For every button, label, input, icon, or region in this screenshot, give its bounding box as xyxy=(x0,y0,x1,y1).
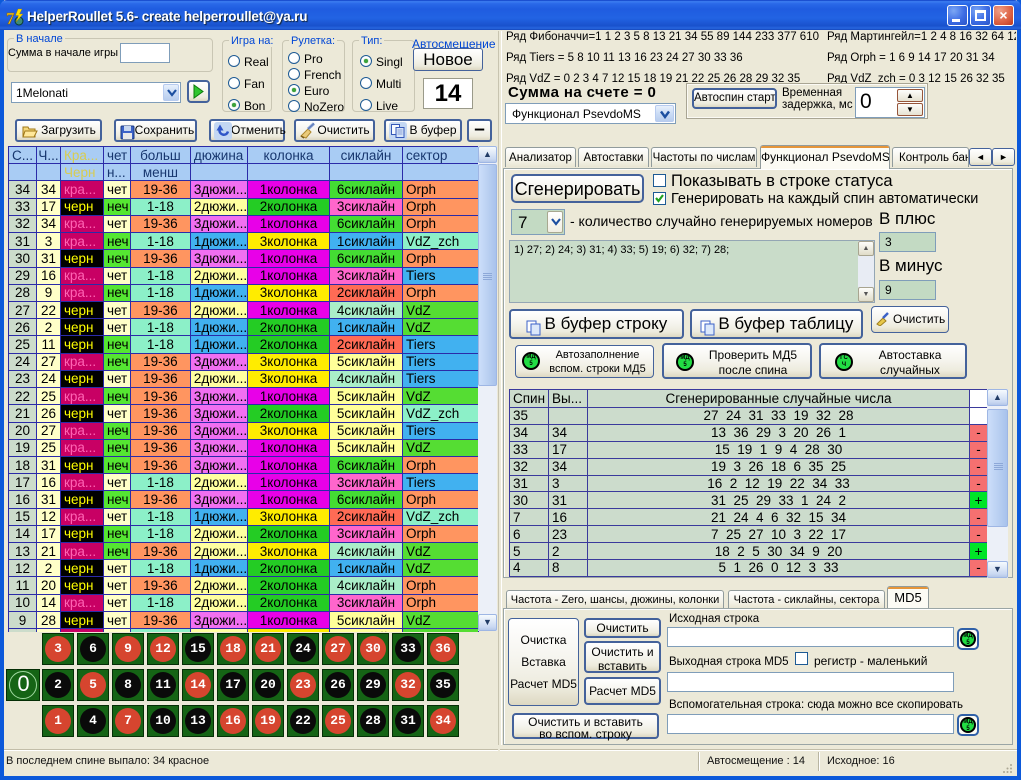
svg-text:7: 7 xyxy=(6,9,15,27)
